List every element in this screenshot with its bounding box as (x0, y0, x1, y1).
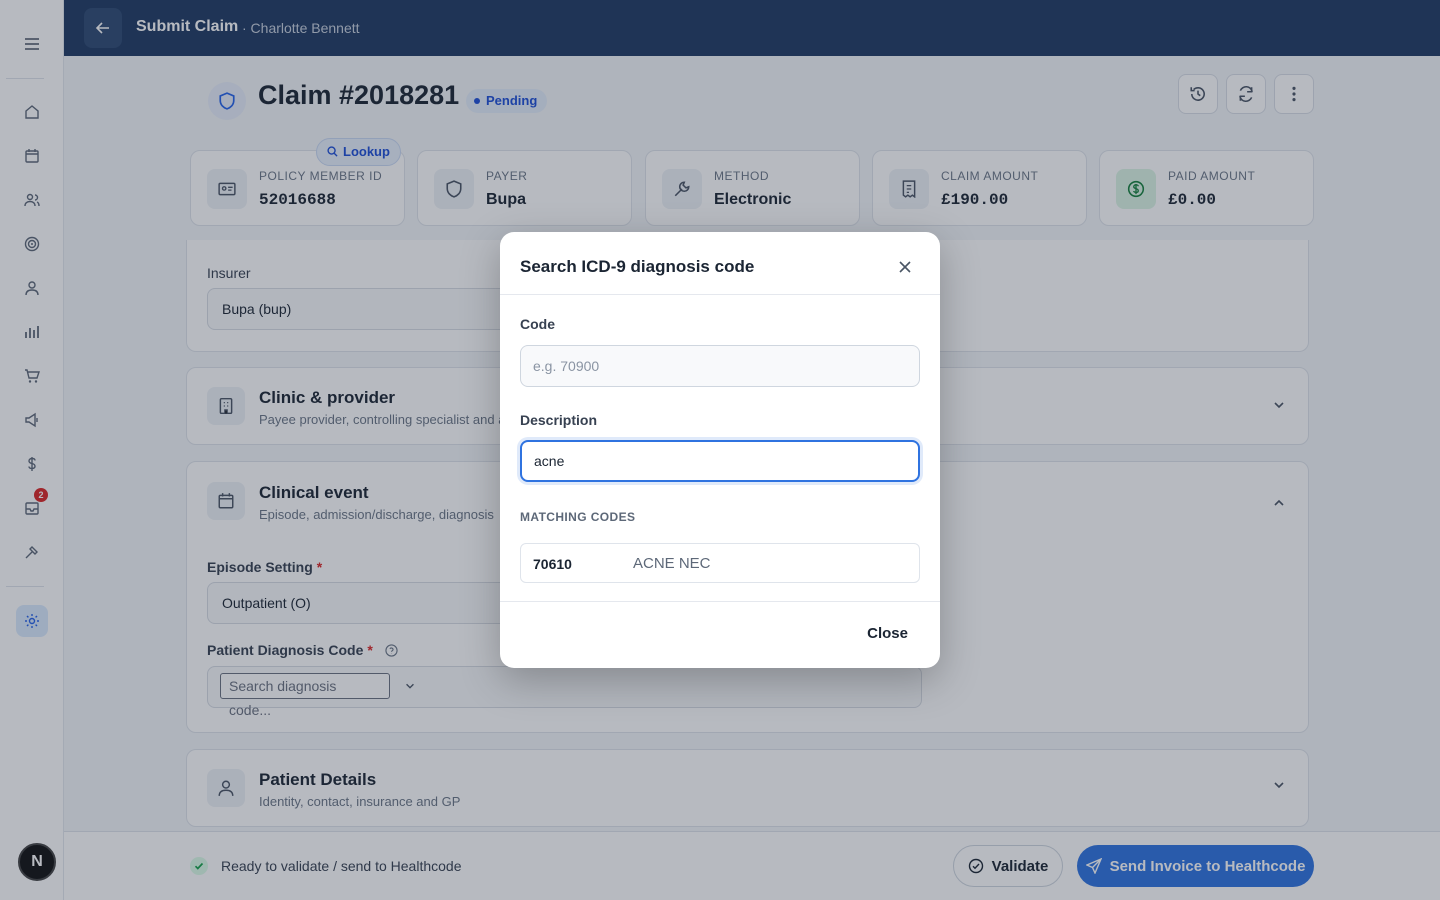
modal-divider (500, 294, 940, 295)
modal-divider (500, 601, 940, 602)
description-input[interactable] (520, 440, 920, 482)
code-label: Code (520, 316, 555, 332)
description-label: Description (520, 412, 598, 428)
close-button[interactable]: Close (867, 625, 908, 642)
result-description: ACNE NEC (633, 555, 711, 572)
matching-codes-heading: MATCHING CODES (520, 510, 636, 524)
icd9-search-modal: Search ICD-9 diagnosis code Code Descrip… (500, 232, 940, 668)
code-input[interactable] (520, 345, 920, 387)
modal-title: Search ICD-9 diagnosis code (520, 257, 755, 276)
close-icon[interactable] (894, 256, 916, 278)
result-row[interactable]: 70610 ACNE NEC (520, 543, 920, 583)
result-code: 70610 (533, 556, 572, 572)
